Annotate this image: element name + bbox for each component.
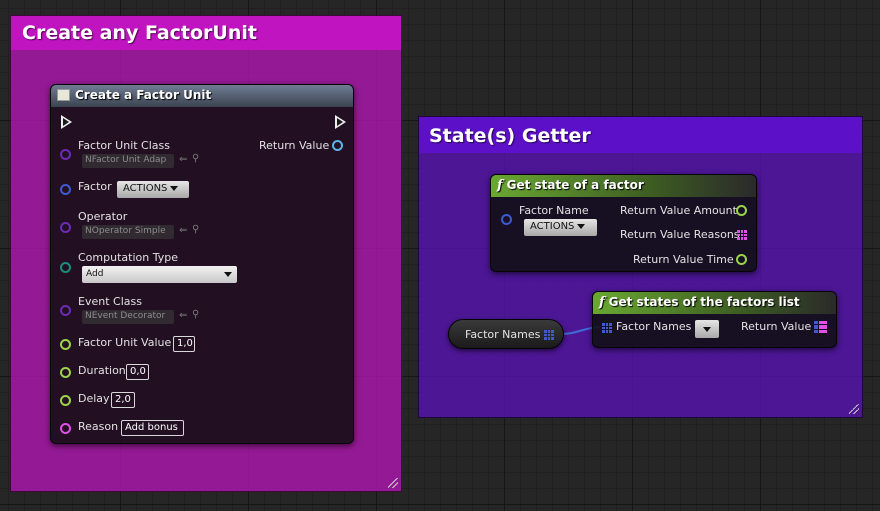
node-header[interactable]: Create a Factor Unit (51, 85, 353, 107)
search-icon: ⚲ (192, 309, 200, 320)
node-icon (57, 89, 70, 101)
event-class-select[interactable]: NEvent Decorator (82, 310, 174, 324)
factor-names-dropdown[interactable] (695, 320, 719, 338)
map-pin-icon[interactable] (814, 321, 827, 333)
node-header[interactable]: f Get state of a factor (491, 175, 756, 197)
computation-type-value: Add (86, 269, 104, 279)
factor-dropdown[interactable]: ACTIONS (117, 181, 189, 198)
delay-label: Delay (78, 392, 110, 405)
event-class-label: Event Class (78, 295, 142, 308)
operator-pin[interactable] (60, 222, 71, 233)
reason-input[interactable]: Add bonus (121, 420, 184, 436)
array-pin-icon[interactable] (737, 230, 747, 240)
return-value-time-label: Return Value Time (633, 253, 734, 266)
factor-dropdown-value: ACTIONS (123, 183, 168, 194)
function-icon: f (599, 295, 605, 310)
factor-unit-value-label: Factor Unit Value (78, 336, 172, 349)
node-header[interactable]: f Get states of the factors list (593, 292, 836, 314)
return-value-reasons-label: Return Value Reasons (620, 228, 740, 241)
arrow-left-icon: ⇐ (179, 310, 188, 321)
node-title: Get states of the factors list (608, 295, 800, 309)
function-icon: f (497, 178, 503, 193)
arrow-left-icon: ⇐ (179, 225, 188, 236)
factor-unit-value-pin[interactable] (60, 339, 71, 350)
factor-names-input-label: Factor Names (616, 320, 692, 333)
node-title: Create a Factor Unit (75, 88, 212, 102)
computation-type-select[interactable]: Add (82, 266, 237, 283)
chevron-down-icon (703, 327, 711, 332)
factor-names-variable-node[interactable]: Factor Names (448, 319, 564, 349)
operator-label: Operator (78, 210, 128, 223)
chevron-down-icon (224, 272, 232, 277)
chevron-down-icon (577, 223, 586, 229)
event-class-pin[interactable] (60, 305, 71, 316)
get-states-of-factors-list-node[interactable]: f Get states of the factors list Factor N… (592, 291, 837, 348)
factor-unit-value-input[interactable]: 1,0 (173, 336, 195, 352)
delay-input[interactable]: 2,0 (111, 392, 135, 408)
search-icon: ⚲ (192, 153, 200, 164)
factor-name-label: Factor Name (519, 204, 589, 217)
duration-label: Duration (78, 364, 126, 377)
comment-title[interactable]: State(s) Getter (419, 117, 862, 153)
computation-type-pin[interactable] (60, 262, 71, 273)
return-value-amount-label: Return Value Amount (620, 204, 737, 217)
delay-pin[interactable] (60, 395, 71, 406)
return-value-label: Return Value (741, 320, 812, 333)
resize-grip[interactable] (849, 404, 859, 414)
array-pin-icon[interactable] (602, 323, 612, 333)
resize-grip[interactable] (388, 478, 398, 488)
return-value-time-pin[interactable] (736, 254, 747, 265)
factor-name-dropdown[interactable]: ACTIONS (524, 219, 597, 236)
exec-out-pin[interactable] (335, 115, 346, 129)
return-value-amount-pin[interactable] (736, 205, 747, 216)
exec-in-pin[interactable] (61, 115, 72, 129)
array-pin-icon[interactable] (544, 330, 554, 340)
duration-input[interactable]: 0,0 (126, 364, 149, 380)
factor-names-variable-label: Factor Names (465, 328, 541, 341)
arrow-left-icon: ⇐ (179, 154, 188, 165)
duration-pin[interactable] (60, 367, 71, 378)
factor-unit-class-select[interactable]: NFactor Unit Adap (82, 154, 174, 168)
return-value-pin[interactable] (332, 140, 343, 151)
factor-name-dropdown-value: ACTIONS (530, 221, 575, 232)
reason-label: Reason (78, 420, 119, 433)
reason-pin[interactable] (60, 423, 71, 434)
node-title: Get state of a factor (506, 178, 644, 192)
factor-unit-class-pin[interactable] (60, 149, 71, 160)
chevron-down-icon (170, 185, 179, 191)
factor-label: Factor (78, 180, 112, 193)
search-icon: ⚲ (192, 224, 200, 235)
factor-pin[interactable] (60, 184, 71, 195)
get-state-of-factor-node[interactable]: f Get state of a factor Factor Name ACTIO… (490, 174, 757, 272)
factor-unit-class-label: Factor Unit Class (78, 139, 170, 152)
computation-type-label: Computation Type (78, 251, 178, 264)
return-value-label: Return Value (259, 139, 330, 152)
comment-title[interactable]: Create any FactorUnit (11, 16, 401, 50)
factor-name-pin[interactable] (501, 214, 512, 225)
operator-select[interactable]: NOperator Simple (82, 225, 174, 239)
create-factor-unit-node[interactable]: Create a Factor Unit Factor Unit Class N… (50, 84, 354, 444)
